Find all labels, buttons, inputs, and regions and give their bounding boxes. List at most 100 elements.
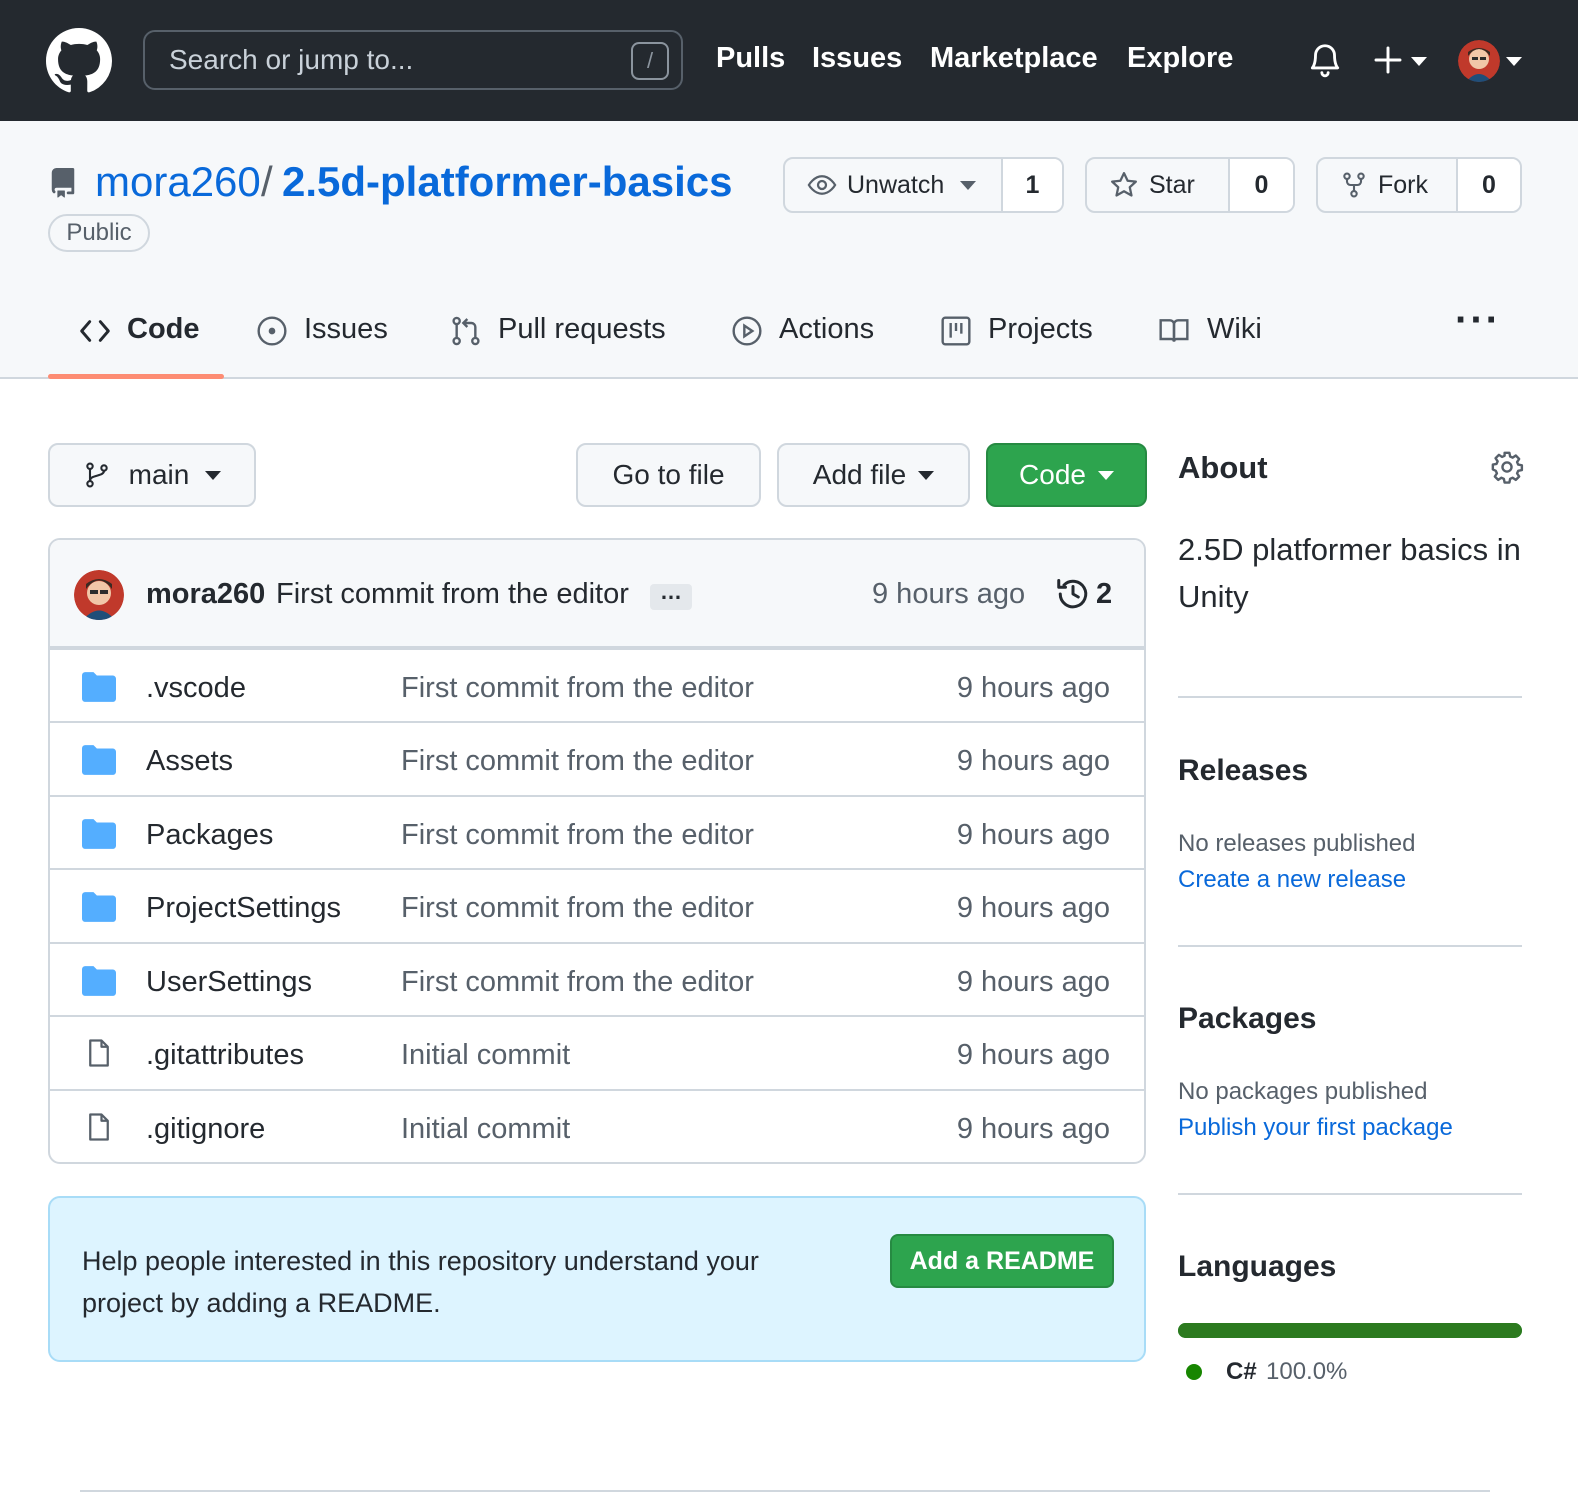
about-heading: About	[1178, 450, 1268, 485]
file-name-link[interactable]: ProjectSettings	[146, 892, 341, 925]
fork-icon	[1343, 172, 1365, 198]
add-file-label: Add file	[812, 459, 907, 490]
play-icon	[732, 316, 762, 346]
github-logo-icon[interactable]	[46, 28, 112, 94]
commit-author-link[interactable]: mora260	[146, 578, 265, 611]
file-commit-message[interactable]: First commit from the editor	[401, 966, 754, 999]
table-row[interactable]: Packages First commit from the editor 9 …	[50, 795, 1144, 869]
repo-icon	[51, 168, 75, 198]
languages-heading: Languages	[1178, 1250, 1337, 1283]
language-percent: 100.0%	[1266, 1358, 1348, 1385]
gear-icon[interactable]	[1490, 450, 1524, 484]
project-icon	[941, 316, 971, 346]
file-commit-time: 9 hours ago	[956, 672, 1110, 704]
file-commit-message[interactable]: First commit from the editor	[401, 672, 754, 705]
fork-button[interactable]: Fork	[1318, 159, 1458, 211]
history-icon[interactable]	[1055, 576, 1091, 612]
language-name[interactable]: C#	[1226, 1358, 1257, 1386]
repo-description: 2.5D platformer basics in Unity	[1178, 532, 1521, 614]
unwatch-button[interactable]: Unwatch	[785, 159, 1003, 211]
code-dropdown-button[interactable]: Code	[986, 443, 1147, 507]
file-name-link[interactable]: .gitignore	[146, 1113, 265, 1146]
tab-projects-label: Projects	[988, 313, 1093, 345]
tab-issues-label: Issues	[304, 313, 388, 345]
sidebar-divider	[1178, 696, 1522, 698]
file-commit-message[interactable]: First commit from the editor	[401, 892, 754, 925]
chevron-down-icon	[960, 180, 977, 190]
chevron-down-icon	[205, 470, 222, 480]
search-shortcut-key: /	[631, 42, 669, 80]
chevron-down-icon[interactable]	[1411, 57, 1427, 66]
file-icon	[89, 1039, 109, 1067]
table-row[interactable]: .gitignore Initial commit 9 hours ago	[50, 1089, 1144, 1162]
repo-owner-link[interactable]: mora260	[95, 158, 261, 206]
file-commit-time: 9 hours ago	[956, 966, 1110, 998]
file-commit-message[interactable]: First commit from the editor	[401, 819, 754, 852]
file-commit-message[interactable]: Initial commit	[401, 1113, 570, 1146]
plus-icon[interactable]	[1372, 44, 1404, 76]
language-bar-csharp	[1178, 1323, 1522, 1338]
tab-actions-label: Actions	[779, 313, 875, 345]
code-icon	[80, 320, 110, 342]
watch-button-group: Unwatch 1	[783, 157, 1064, 213]
table-row[interactable]: Assets First commit from the editor 9 ho…	[50, 721, 1144, 795]
file-commit-message[interactable]: Initial commit	[401, 1039, 570, 1072]
file-name-link[interactable]: Assets	[146, 745, 233, 778]
sidebar-divider	[1178, 1193, 1522, 1195]
table-row[interactable]: .gitattributes Initial commit 9 hours ag…	[50, 1015, 1144, 1089]
file-name-link[interactable]: Packages	[146, 819, 273, 852]
nav-explore[interactable]: Explore	[1127, 42, 1233, 75]
avatar[interactable]	[1458, 40, 1500, 82]
readme-prompt-banner: Help people interested in this repositor…	[48, 1196, 1146, 1362]
star-button[interactable]: Star	[1087, 159, 1230, 211]
folder-icon	[82, 892, 116, 922]
nav-marketplace[interactable]: Marketplace	[930, 42, 1098, 75]
commit-count[interactable]: 2	[1096, 578, 1112, 611]
tab-wiki[interactable]: Wiki	[1157, 313, 1262, 389]
branch-icon	[85, 462, 108, 488]
file-browser: mora260 First commit from the editor … 9…	[48, 538, 1146, 1164]
bell-icon[interactable]	[1306, 40, 1344, 80]
releases-heading[interactable]: Releases	[1178, 754, 1308, 788]
global-header: / Pulls Issues Marketplace Explore	[0, 0, 1578, 121]
stargazers-count[interactable]: 0	[1230, 159, 1293, 211]
forks-count[interactable]: 0	[1458, 159, 1520, 211]
tab-code-label: Code	[127, 313, 200, 345]
nav-pulls[interactable]: Pulls	[716, 42, 785, 75]
go-to-file-button[interactable]: Go to file	[576, 443, 761, 507]
search-input[interactable]	[169, 42, 609, 78]
publish-package-link[interactable]: Publish your first package	[1178, 1114, 1453, 1142]
file-commit-message[interactable]: First commit from the editor	[401, 745, 754, 778]
readme-prompt-text: Help people interested in this repositor…	[82, 1246, 759, 1318]
file-name-link[interactable]: .gitattributes	[146, 1039, 304, 1072]
watchers-count[interactable]: 1	[1003, 159, 1062, 211]
global-search[interactable]: /	[143, 30, 683, 90]
issue-icon	[257, 316, 287, 346]
add-file-button[interactable]: Add file	[777, 443, 970, 507]
chevron-down-icon[interactable]	[1506, 57, 1522, 66]
table-row[interactable]: .vscode First commit from the editor 9 h…	[50, 648, 1144, 722]
branch-selector[interactable]: main	[48, 443, 256, 507]
tab-actions[interactable]: Actions	[731, 313, 874, 389]
nav-issues[interactable]: Issues	[812, 42, 902, 75]
packages-heading[interactable]: Packages	[1178, 1002, 1316, 1036]
book-icon	[1159, 319, 1189, 342]
file-name-link[interactable]: .vscode	[146, 672, 246, 705]
repo-name-link[interactable]: 2.5d-platformer-basics	[282, 158, 732, 206]
tab-projects[interactable]: Projects	[940, 313, 1093, 389]
add-readme-button[interactable]: Add a README	[890, 1234, 1114, 1288]
file-name-link[interactable]: UserSettings	[146, 966, 312, 999]
commit-expand-button[interactable]: …	[650, 581, 692, 610]
more-tabs-icon[interactable]: ···	[1455, 300, 1501, 340]
folder-icon	[82, 672, 116, 702]
create-release-link[interactable]: Create a new release	[1178, 866, 1406, 894]
language-bar	[1178, 1323, 1522, 1338]
star-icon	[1111, 172, 1137, 197]
tab-issues[interactable]: Issues	[256, 313, 388, 389]
chevron-down-icon	[918, 470, 935, 480]
tab-pull-requests[interactable]: Pull requests	[450, 313, 666, 389]
avatar[interactable]	[74, 570, 124, 620]
table-row[interactable]: UserSettings First commit from the edito…	[50, 942, 1144, 1016]
commit-message-link[interactable]: First commit from the editor	[276, 578, 629, 611]
table-row[interactable]: ProjectSettings First commit from the ed…	[50, 868, 1144, 942]
